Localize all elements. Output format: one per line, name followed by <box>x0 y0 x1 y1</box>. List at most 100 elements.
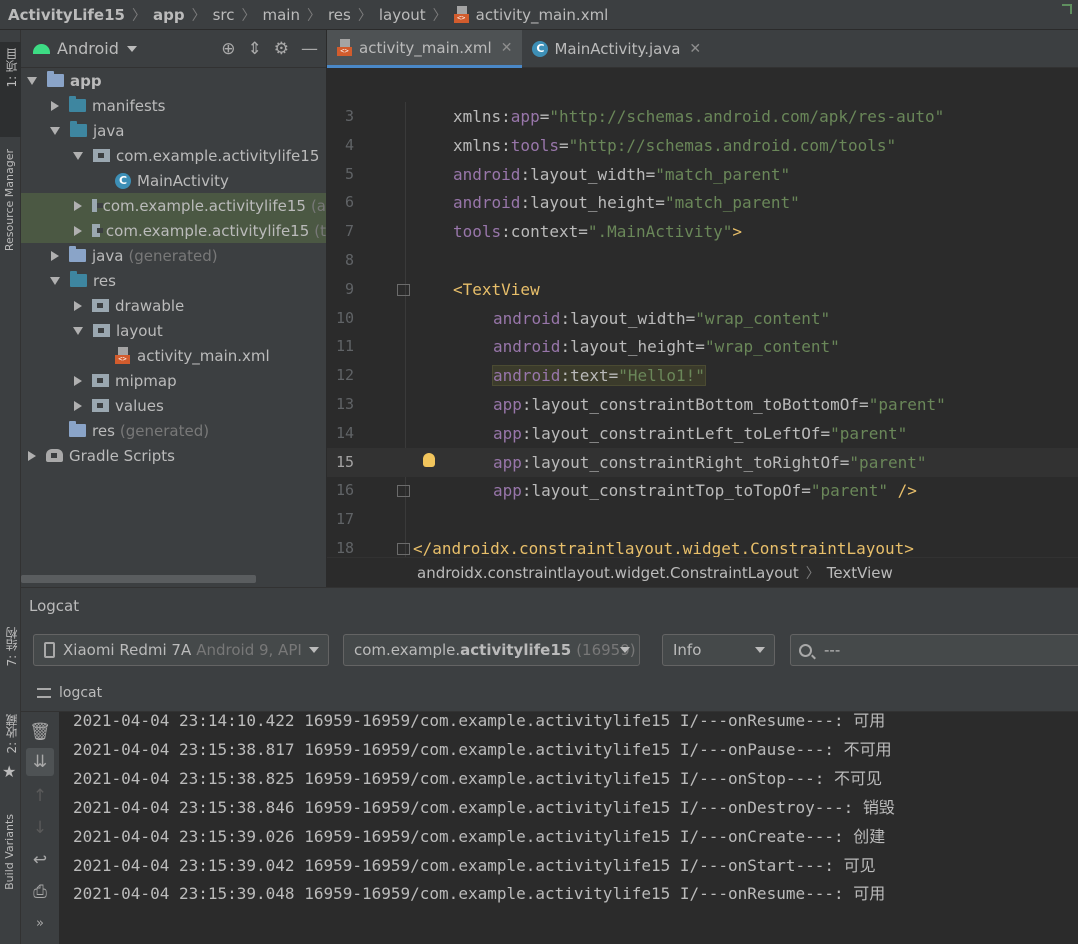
code-line[interactable]: 17 <box>327 505 1078 534</box>
collapsed-arrow-icon[interactable] <box>74 400 82 411</box>
locate-icon[interactable]: ⊕ <box>221 39 235 59</box>
expanded-arrow-icon[interactable] <box>50 276 60 285</box>
expanded-arrow-icon[interactable] <box>73 326 83 335</box>
lightbulb-icon[interactable] <box>423 452 435 467</box>
tree-item[interactable]: com.example.activitylife15 (t <box>21 218 326 243</box>
code-line[interactable]: 5 android:layout_width="match_parent" <box>327 160 1078 189</box>
code-line[interactable]: 15 app:layout_constraintRight_toRightOf="… <box>327 447 1078 477</box>
breadcrumb-layout[interactable]: layout <box>379 6 426 24</box>
tree-item[interactable]: com.example.activitylife15 <box>21 143 326 168</box>
tab-structure[interactable]: 7: 结构 <box>0 625 21 695</box>
print-icon[interactable]: ⎙ <box>26 878 54 906</box>
fold-marker-icon[interactable] <box>397 283 410 296</box>
down-arrow-icon[interactable]: ↓ <box>26 814 54 842</box>
breadcrumb-project[interactable]: ActivityLife15 <box>8 6 125 24</box>
breadcrumb-main[interactable]: main <box>262 6 299 24</box>
tab-resource-manager[interactable]: Resource Manager <box>0 145 21 295</box>
soft-wrap-icon[interactable]: ↩ <box>26 846 54 874</box>
inspection-ok-icon[interactable] <box>1062 4 1072 14</box>
tree-item[interactable]: C MainActivity <box>21 168 326 193</box>
code-area[interactable]: 3 xmlns:app="http://schemas.android.com/a… <box>327 102 1078 557</box>
tab-favorites[interactable]: 2: 收藏 ★ <box>0 712 21 784</box>
code-line[interactable]: 14 app:layout_constraintLeft_toLeftOf="pa… <box>327 419 1078 448</box>
expanded-arrow-icon[interactable] <box>27 76 37 85</box>
up-arrow-icon[interactable]: ↑ <box>26 782 54 810</box>
code-line[interactable]: 9 <TextView <box>327 275 1078 304</box>
tree-item[interactable]: activity_main.xml <box>21 343 326 368</box>
collapsed-arrow-icon[interactable] <box>74 300 82 311</box>
fold-marker-icon[interactable] <box>397 543 410 555</box>
project-view-mode[interactable]: Android <box>57 39 119 58</box>
code-line[interactable]: 6 android:layout_height="match_parent" <box>327 188 1078 217</box>
code-line[interactable]: 8 <box>327 246 1078 275</box>
expanded-arrow-icon[interactable] <box>73 151 83 160</box>
hide-icon[interactable]: — <box>301 39 318 59</box>
code-line[interactable]: 12 android:text="Hello1!" <box>327 361 1078 390</box>
log-level: Info <box>673 641 702 659</box>
tree-item[interactable]: java (generated) <box>21 243 326 268</box>
breadcrumb-module[interactable]: app <box>153 6 185 24</box>
xml-breadcrumb: androidx.constraintlayout.widget.Constra… <box>327 557 1078 587</box>
logcat-subtab-label: logcat <box>59 684 103 701</box>
code-line[interactable]: 10 android:layout_width="wrap_content" <box>327 304 1078 333</box>
tree-item-label: com.example.activitylife15 <box>105 221 310 240</box>
code-line[interactable]: 11 android:layout_height="wrap_content" <box>327 332 1078 361</box>
tree-item[interactable]: app <box>21 68 326 93</box>
breadcrumb-res[interactable]: res <box>328 6 351 24</box>
chevron-down-icon <box>309 647 319 653</box>
device-selector[interactable]: Xiaomi Redmi 7A Android 9, API <box>33 634 329 666</box>
line-number: 17 <box>335 510 354 529</box>
tree-item[interactable]: res <box>21 268 326 293</box>
tab-project[interactable]: 1: 项目 <box>0 42 21 137</box>
tree-item[interactable]: manifests <box>21 93 326 118</box>
tree-item-label: values <box>115 396 164 415</box>
code-text: app:layout_constraintRight_toRightOf="pa… <box>493 452 927 472</box>
tab-activity-main-xml[interactable]: activity_main.xml ✕ <box>327 30 523 68</box>
line-number: 7 <box>344 222 354 241</box>
fold-marker-icon[interactable] <box>397 485 410 498</box>
collapsed-arrow-icon[interactable] <box>51 100 59 111</box>
collapsed-arrow-icon[interactable] <box>74 200 82 211</box>
tree-item[interactable]: mipmap <box>21 368 326 393</box>
tab-main-activity-java[interactable]: C MainActivity.java ✕ <box>522 30 711 68</box>
more-icon[interactable]: » <box>26 910 54 938</box>
code-line[interactable]: 7 tools:context=".MainActivity"> <box>327 217 1078 246</box>
log-output[interactable]: 2021-04-04 23:14:10.422 16959-16959/com.… <box>73 712 1073 944</box>
close-icon[interactable]: ✕ <box>501 40 513 56</box>
folder-icon <box>69 246 86 262</box>
trash-icon[interactable]: 🗑 <box>26 718 54 746</box>
code-line[interactable]: 16 app:layout_constraintTop_toTopOf="pare… <box>327 476 1078 505</box>
expanded-arrow-icon[interactable] <box>50 126 60 135</box>
close-icon[interactable]: ✕ <box>689 41 701 57</box>
breadcrumb-src[interactable]: src <box>213 6 235 24</box>
line-number: 18 <box>335 539 354 557</box>
gear-icon[interactable]: ⚙ <box>274 39 289 59</box>
tab-build-variants[interactable]: Build Variants <box>0 812 21 927</box>
tree-item[interactable]: Gradle Scripts <box>21 443 326 468</box>
code-line[interactable]: 3 xmlns:app="http://schemas.android.com/a… <box>327 102 1078 131</box>
breadcrumb-file[interactable]: activity_main.xml <box>476 6 609 24</box>
xml-breadcrumb-root[interactable]: androidx.constraintlayout.widget.Constra… <box>417 564 799 582</box>
process-selector[interactable]: com.example. activitylife15 (16959) <box>343 634 640 666</box>
tree-item[interactable]: layout <box>21 318 326 343</box>
horizontal-scrollbar[interactable] <box>21 575 256 583</box>
code-line[interactable]: 4 xmlns:tools="http://schemas.android.com… <box>327 131 1078 160</box>
collapsed-arrow-icon[interactable] <box>74 225 82 236</box>
collapse-all-icon[interactable]: ⇕ <box>248 39 262 59</box>
collapsed-arrow-icon[interactable] <box>74 375 82 386</box>
tree-item[interactable]: drawable <box>21 293 326 318</box>
tree-item[interactable]: values <box>21 393 326 418</box>
search-input[interactable]: --- <box>790 634 1078 666</box>
tree-item[interactable]: java <box>21 118 326 143</box>
scroll-to-end-icon[interactable]: ⇊ <box>26 748 54 776</box>
xml-breadcrumb-textview[interactable]: TextView <box>827 564 893 582</box>
code-line[interactable]: 18 </androidx.constraintlayout.widget.Con… <box>327 534 1078 557</box>
log-level-selector[interactable]: Info <box>662 634 775 666</box>
collapsed-arrow-icon[interactable] <box>51 250 59 261</box>
code-line[interactable]: 13 app:layout_constraintBottom_toBottomOf… <box>327 390 1078 419</box>
tree-item[interactable]: res (generated) <box>21 418 326 443</box>
collapsed-arrow-icon[interactable] <box>28 450 36 461</box>
breadcrumb-separator: 〉 <box>805 565 820 582</box>
logcat-subtab[interactable]: logcat <box>21 674 1078 712</box>
tree-item[interactable]: com.example.activitylife15 (a <box>21 193 326 218</box>
